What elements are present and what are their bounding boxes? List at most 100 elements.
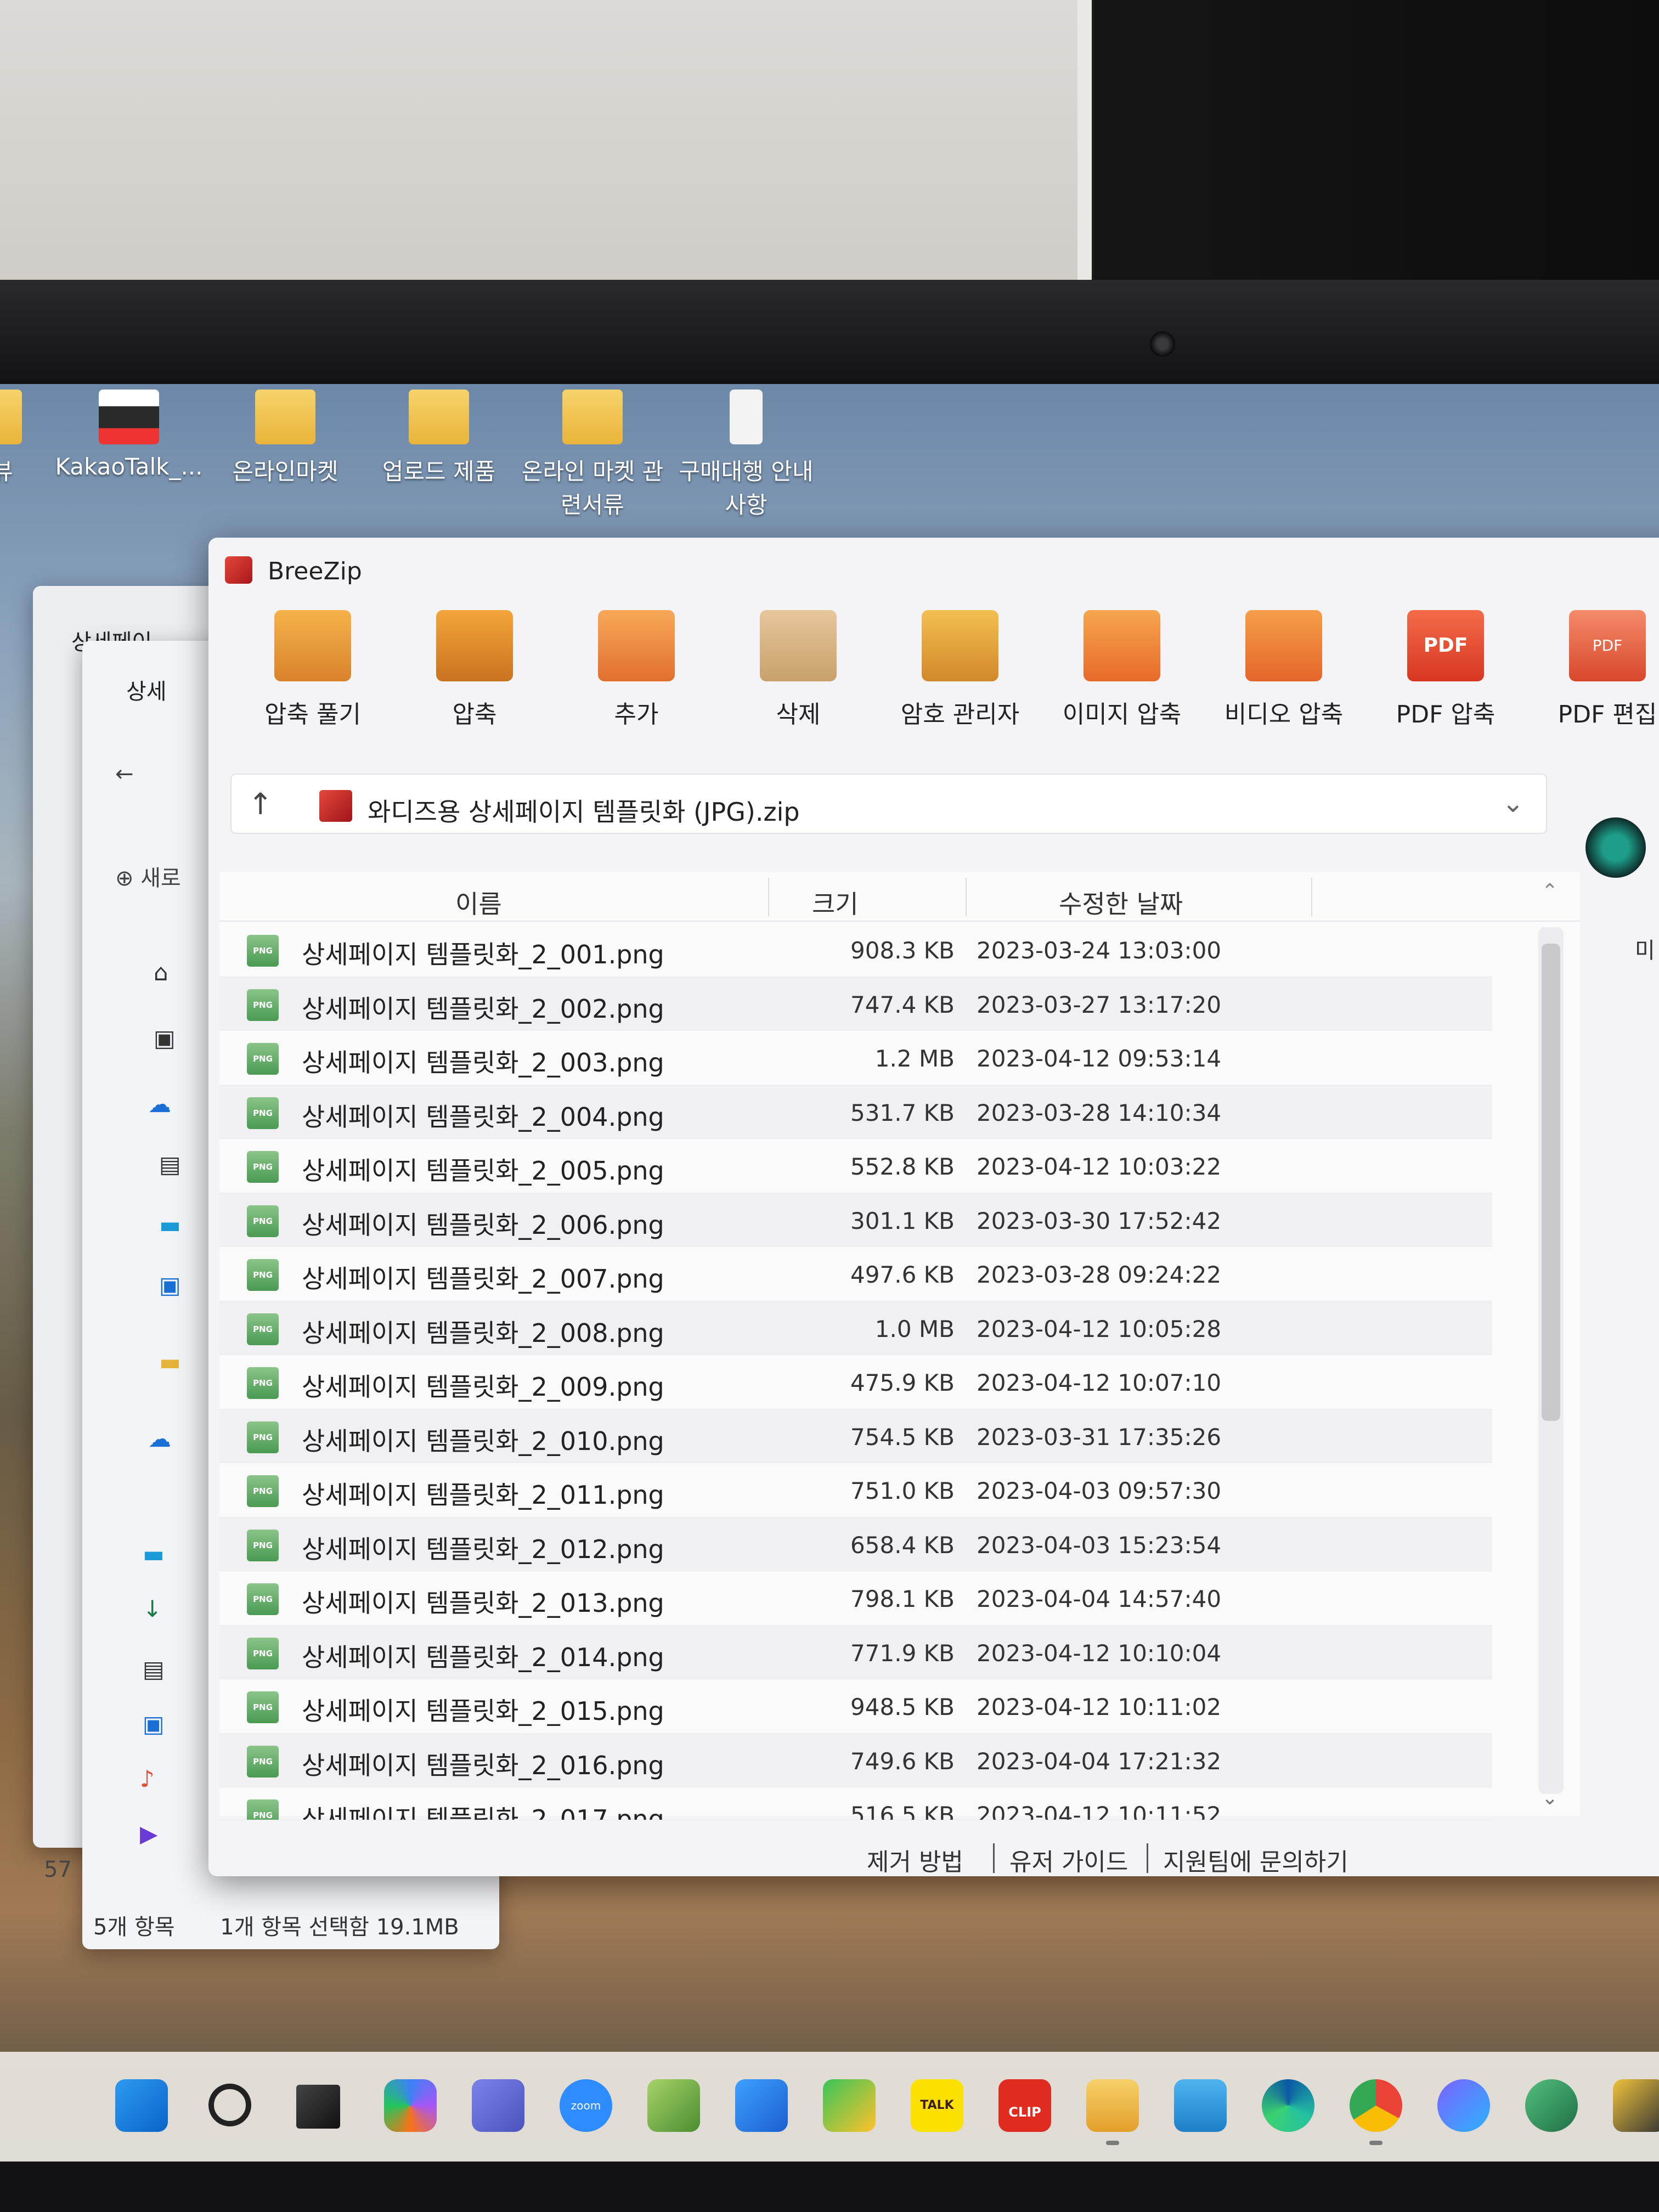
chevron-down-icon[interactable]: ⌄	[1502, 788, 1524, 819]
footer-divider	[1147, 1843, 1148, 1873]
new-button[interactable]: ⊕ 새로	[115, 860, 181, 892]
zoom-icon[interactable]: zoom	[560, 2079, 612, 2132]
back-arrow-icon[interactable]: ←	[115, 761, 134, 787]
up-arrow-icon[interactable]: ↑	[248, 787, 273, 821]
table-row[interactable]: PNG 상세페이지 템플릿화_2_007.png 497.6 KB 2023-03-2…	[219, 1247, 1492, 1301]
download-icon[interactable]: ↓	[143, 1595, 176, 1622]
table-row[interactable]: PNG 상세페이지 템플릿화_2_014.png 771.9 KB 2023-04-1…	[219, 1625, 1492, 1679]
zip-archive-icon	[319, 790, 352, 822]
search-app-icon[interactable]	[823, 2079, 876, 2132]
extract-button[interactable]: 압축 풀기	[236, 603, 390, 730]
table-row[interactable]: PNG 상세페이지 템플릿화_2_005.png 552.8 KB 2023-04-1…	[219, 1139, 1492, 1193]
home-icon[interactable]: ⌂	[154, 959, 187, 986]
app-icon[interactable]	[1613, 2079, 1659, 2132]
music-icon[interactable]: ♪	[140, 1765, 173, 1792]
folder-icon[interactable]: ▬	[159, 1348, 192, 1375]
table-row[interactable]: PNG 상세페이지 템플릿화_2_001.png 908.3 KB 2023-03-2…	[219, 923, 1492, 977]
column-divider[interactable]	[1311, 878, 1312, 916]
column-divider[interactable]	[768, 878, 769, 916]
password-manager-button[interactable]: 암호 관리자	[883, 603, 1037, 730]
vertical-scrollbar[interactable]	[1538, 927, 1564, 1794]
desktop-icon[interactable]: ▬	[143, 1541, 176, 1567]
compress-button[interactable]: 압축	[398, 603, 551, 730]
desktop-icon-online-market[interactable]: 온라인마켓	[211, 390, 359, 487]
column-header-name[interactable]: 이름	[455, 884, 502, 921]
image-compress-button[interactable]: 이미지 압축	[1045, 603, 1199, 730]
table-row[interactable]: PNG 상세페이지 템플릿화_2_017.png 516.5 KB 2023-04-1…	[219, 1787, 1492, 1820]
copilot-icon[interactable]	[384, 2079, 437, 2132]
webcam	[1150, 331, 1175, 357]
scrollbar-thumb[interactable]	[1542, 944, 1560, 1421]
scroll-down-icon[interactable]: ⌄	[1542, 1787, 1558, 1809]
app-icon[interactable]	[1525, 2079, 1578, 2132]
scroll-up-icon[interactable]: ⌃	[1542, 880, 1558, 902]
document-icon[interactable]: ▤	[159, 1151, 192, 1178]
file-explorer-icon[interactable]	[1086, 2079, 1139, 2132]
table-row[interactable]: PNG 상세페이지 템플릿화_2_006.png 301.1 KB 2023-03-3…	[219, 1193, 1492, 1247]
pdf-compress-button[interactable]: PDF PDF 압축	[1369, 603, 1522, 730]
table-row[interactable]: PNG 상세페이지 템플릿화_2_013.png 798.1 KB 2023-04-0…	[219, 1571, 1492, 1626]
breezip-window[interactable]: BreeZip 압축 풀기 압축 추가 삭제 암호 관리자 이미지 압축 비디오…	[208, 538, 1659, 1876]
column-header-extra[interactable]: 미	[1635, 933, 1655, 964]
file-date: 2023-04-03 15:23:54	[977, 1531, 1222, 1559]
pictures-icon[interactable]: ▣	[143, 1711, 176, 1737]
table-row[interactable]: PNG 상세페이지 템플릿화_2_008.png 1.0 MB 2023-04-12 …	[219, 1301, 1492, 1355]
start-icon[interactable]	[115, 2079, 168, 2132]
file-size: 552.8 KB	[850, 1153, 955, 1180]
table-row[interactable]: PNG 상세페이지 템플릿화_2_010.png 754.5 KB 2023-03-3…	[219, 1409, 1492, 1463]
running-indicator	[1369, 2141, 1383, 2145]
desktop-folder-icon[interactable]: ▬	[159, 1211, 192, 1238]
column-divider[interactable]	[966, 878, 967, 916]
video-compress-icon	[1245, 610, 1322, 681]
desktop-icon-upload-products[interactable]: 업로드 제품	[365, 390, 513, 487]
video-compress-button[interactable]: 비디오 압축	[1207, 603, 1361, 730]
teams-icon[interactable]	[472, 2079, 524, 2132]
column-header-size[interactable]: 크기	[812, 884, 859, 921]
document-icon	[730, 390, 763, 444]
title-bar[interactable]: BreeZip	[208, 538, 1659, 598]
add-button[interactable]: 추가	[560, 603, 713, 730]
support-link[interactable]: 지원팀에 문의하기	[1163, 1842, 1348, 1876]
delete-button[interactable]: 삭제	[721, 603, 875, 730]
file-date: 2023-03-31 17:35:26	[977, 1423, 1222, 1451]
path-bar[interactable]: ↑ 와디즈용 상세페이지 템플릿화 (JPG).zip ⌄	[230, 774, 1547, 834]
kakaotalk-icon[interactable]: TALK	[911, 2079, 963, 2132]
column-header-modified[interactable]: 수정한 날짜	[1059, 884, 1183, 921]
table-row[interactable]: PNG 상세페이지 템플릿화_2_009.png 475.9 KB 2023-04-1…	[219, 1355, 1492, 1409]
table-row[interactable]: PNG 상세페이지 템플릿화_2_002.png 747.4 KB 2023-03-2…	[219, 977, 1492, 1031]
edge-icon[interactable]	[1262, 2079, 1314, 2132]
app-icon[interactable]	[1437, 2079, 1490, 2132]
remote-desktop-icon[interactable]	[1174, 2079, 1227, 2132]
onedrive-icon[interactable]: ☁	[148, 1425, 181, 1452]
snipping-tool-icon[interactable]	[735, 2079, 788, 2132]
gallery-icon[interactable]: ▣	[154, 1025, 187, 1052]
documents-icon[interactable]: ▤	[143, 1656, 176, 1683]
onedrive-icon[interactable]: ☁	[148, 1091, 181, 1118]
table-row[interactable]: PNG 상세페이지 템플릿화_2_004.png 531.7 KB 2023-03-2…	[219, 1085, 1492, 1139]
videos-icon[interactable]: ▶	[140, 1820, 173, 1847]
user-guide-link[interactable]: 유저 가이드	[1009, 1842, 1128, 1876]
clip-icon[interactable]: CLIP	[998, 2079, 1051, 2132]
file-date: 2023-04-12 10:05:28	[977, 1315, 1222, 1342]
file-name: 상세페이지 템플릿화_2_011.png	[302, 1480, 664, 1510]
chrome-icon[interactable]	[1350, 2079, 1402, 2132]
explorer-title: 상세	[126, 679, 167, 704]
uninstall-link[interactable]: 제거 방법	[867, 1842, 963, 1876]
desktop-icon-purchase-guide[interactable]: 구매대행 안내사항	[672, 390, 820, 520]
app-icon[interactable]	[647, 2079, 700, 2132]
task-view-icon[interactable]	[296, 2085, 340, 2129]
desktop-icon-kakaotalk[interactable]: KakaoTalk_...	[55, 390, 203, 480]
table-row[interactable]: PNG 상세페이지 템플릿화_2_016.png 749.6 KB 2023-04-0…	[219, 1733, 1492, 1787]
pdf-edit-button[interactable]: PDF PDF 편집	[1531, 603, 1659, 730]
pdf-compress-icon: PDF	[1407, 610, 1484, 681]
table-row[interactable]: PNG 상세페이지 템플릿화_2_012.png 658.4 KB 2023-04-0…	[219, 1517, 1492, 1571]
search-icon[interactable]	[208, 2084, 251, 2126]
desktop-icon-market-documents[interactable]: 온라인 마켓 관련서류	[518, 390, 667, 520]
table-row[interactable]: PNG 상세페이지 템플릿화_2_011.png 751.0 KB 2023-04-0…	[219, 1463, 1492, 1517]
ai-assistant-icon[interactable]	[1585, 817, 1646, 878]
file-name: 상세페이지 템플릿화_2_012.png	[302, 1534, 664, 1564]
table-row[interactable]: PNG 상세페이지 템플릿화_2_003.png 1.2 MB 2023-04-12 …	[219, 1031, 1492, 1085]
pdf-edit-icon: PDF	[1569, 610, 1646, 681]
table-row[interactable]: PNG 상세페이지 템플릿화_2_015.png 948.5 KB 2023-04-1…	[219, 1679, 1492, 1734]
pictures-icon[interactable]: ▣	[159, 1272, 192, 1299]
